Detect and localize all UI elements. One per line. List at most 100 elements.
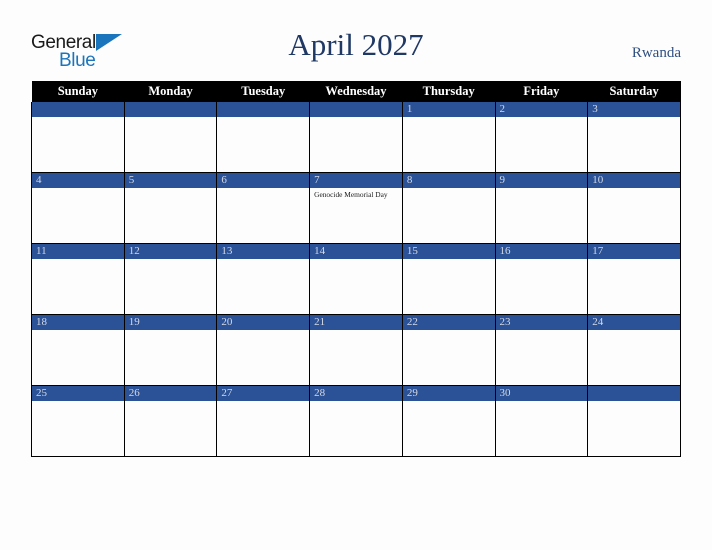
- day-number: 10: [588, 173, 680, 188]
- day-cell-inner: 9: [495, 173, 588, 243]
- day-number: [32, 102, 124, 117]
- day-cell-inner: 24: [588, 315, 680, 385]
- day-number: 21: [310, 315, 402, 330]
- day-cell-inner: 13: [217, 244, 310, 314]
- day-number: 22: [402, 315, 495, 330]
- calendar-day-cell[interactable]: 12: [123, 243, 218, 315]
- day-cell-inner: 17: [588, 244, 680, 314]
- day-cell-inner: 8: [402, 173, 495, 243]
- calendar-day-cell[interactable]: 25: [31, 385, 125, 457]
- day-number: 12: [124, 244, 217, 259]
- day-cell-inner: 5: [124, 173, 217, 243]
- calendar-day-cell[interactable]: 26: [123, 385, 218, 457]
- calendar-day-cell[interactable]: 27: [216, 385, 311, 457]
- calendar-day-cell[interactable]: 2: [494, 102, 589, 173]
- calendar-day-cell[interactable]: 19: [123, 314, 218, 386]
- day-number: 1: [402, 102, 495, 117]
- calendar-day-cell[interactable]: 22: [401, 314, 496, 386]
- calendar-day-cell[interactable]: 6: [216, 172, 311, 244]
- day-number: [124, 102, 217, 117]
- day-cell-inner: 10: [588, 173, 680, 243]
- day-cell-inner: 23: [495, 315, 588, 385]
- calendar-day-cell[interactable]: 14: [309, 243, 403, 315]
- calendar-week-row: 123: [31, 102, 681, 173]
- day-cell-inner: 28: [310, 386, 402, 456]
- weekday-header-friday: Friday: [495, 81, 588, 102]
- day-cell-inner: 29: [402, 386, 495, 456]
- calendar-day-cell[interactable]: 30: [494, 385, 589, 457]
- day-number: 20: [217, 315, 310, 330]
- day-cell-inner: [588, 386, 680, 456]
- day-number: 30: [495, 386, 588, 401]
- calendar-week-row: 25 26 27 28 29 30: [31, 385, 681, 457]
- calendar-day-cell[interactable]: 16: [494, 243, 589, 315]
- day-number: 17: [588, 244, 680, 259]
- calendar-day-cell[interactable]: [309, 102, 403, 173]
- day-number: 13: [217, 244, 310, 259]
- calendar-day-cell[interactable]: 9: [494, 172, 589, 244]
- calendar-day-cell[interactable]: 3: [587, 102, 681, 173]
- calendar-week-row: 11 12 13 14 15 16 17: [31, 243, 681, 315]
- day-cell-inner: 22: [402, 315, 495, 385]
- calendar-day-cell[interactable]: [123, 102, 218, 173]
- day-cell-inner: 27: [217, 386, 310, 456]
- day-number: 9: [495, 173, 588, 188]
- day-cell-inner: 14: [310, 244, 402, 314]
- day-number: [217, 102, 310, 117]
- day-cell-inner: 1: [402, 102, 495, 172]
- calendar-day-cell[interactable]: 29: [401, 385, 496, 457]
- calendar-weekday-header: Sunday Monday Tuesday Wednesday Thursday…: [31, 81, 681, 102]
- calendar-body: 1 2 3 4 5 6 7 Genocide Memorial Day 8 9 10 11 12 13 14…: [31, 102, 681, 457]
- day-number: 14: [310, 244, 402, 259]
- day-number: 16: [495, 244, 588, 259]
- calendar-day-cell[interactable]: 5: [123, 172, 218, 244]
- weekday-header-wednesday: Wednesday: [309, 81, 403, 102]
- day-number: 25: [32, 386, 124, 401]
- calendar-day-cell[interactable]: 13: [216, 243, 311, 315]
- weekday-header-tuesday: Tuesday: [216, 81, 310, 102]
- calendar-day-cell[interactable]: 21: [309, 314, 403, 386]
- weekday-header-row: Sunday Monday Tuesday Wednesday Thursday…: [31, 81, 681, 102]
- calendar-day-cell[interactable]: 15: [401, 243, 496, 315]
- day-number: [310, 102, 402, 117]
- calendar-grid: Sunday Monday Tuesday Wednesday Thursday…: [31, 81, 681, 457]
- calendar-day-cell[interactable]: 1: [401, 102, 496, 173]
- calendar-day-cell[interactable]: [587, 385, 681, 457]
- day-number: 23: [495, 315, 588, 330]
- calendar-day-cell[interactable]: 17: [587, 243, 681, 315]
- day-number: 11: [32, 244, 124, 259]
- calendar-day-cell[interactable]: 20: [216, 314, 311, 386]
- day-cell-inner: 16: [495, 244, 588, 314]
- day-cell-inner: 21: [310, 315, 402, 385]
- day-number: 26: [124, 386, 217, 401]
- day-number: 24: [588, 315, 680, 330]
- day-cell-inner: 19: [124, 315, 217, 385]
- day-number: 8: [402, 173, 495, 188]
- calendar-day-cell[interactable]: 23: [494, 314, 589, 386]
- day-number: 7: [310, 173, 402, 188]
- calendar-day-cell[interactable]: [216, 102, 311, 173]
- day-number: 15: [402, 244, 495, 259]
- calendar-day-cell[interactable]: 7 Genocide Memorial Day: [309, 172, 403, 244]
- calendar-day-cell[interactable]: 4: [31, 172, 125, 244]
- day-number: 6: [217, 173, 310, 188]
- day-number: 3: [588, 102, 680, 117]
- day-cell-inner: 2: [495, 102, 588, 172]
- day-cell-inner: 26: [124, 386, 217, 456]
- calendar-day-cell[interactable]: 8: [401, 172, 496, 244]
- day-cell-inner: 30: [495, 386, 588, 456]
- day-cell-inner: 18: [32, 315, 124, 385]
- calendar-day-cell[interactable]: 18: [31, 314, 125, 386]
- calendar-day-cell[interactable]: 10: [587, 172, 681, 244]
- day-number: 2: [495, 102, 588, 117]
- day-number: [588, 386, 680, 401]
- day-number: 27: [217, 386, 310, 401]
- page-header: General Blue April 2027 Rwanda: [0, 0, 712, 78]
- calendar-day-cell[interactable]: 24: [587, 314, 681, 386]
- weekday-header-thursday: Thursday: [402, 81, 496, 102]
- day-cell-inner: 15: [402, 244, 495, 314]
- calendar-day-cell[interactable]: 28: [309, 385, 403, 457]
- calendar-day-cell[interactable]: 11: [31, 243, 125, 315]
- calendar-day-cell[interactable]: [31, 102, 125, 173]
- day-number: 5: [124, 173, 217, 188]
